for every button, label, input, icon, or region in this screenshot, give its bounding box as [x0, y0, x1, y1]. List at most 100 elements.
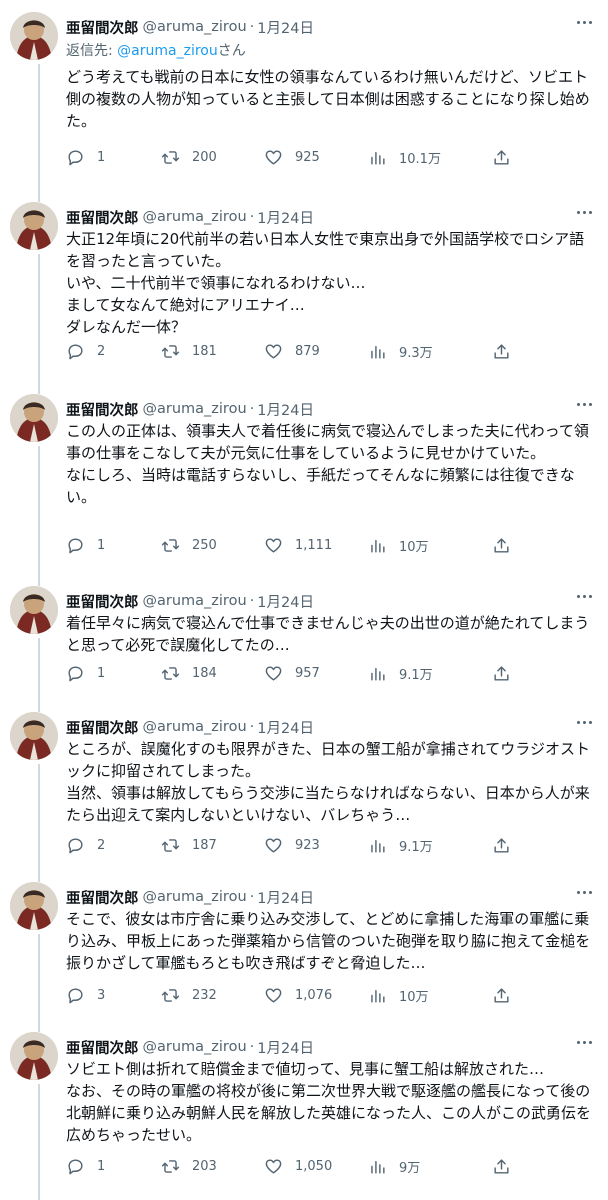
author-handle[interactable]: @aruma_zirou	[143, 19, 247, 35]
views-button[interactable]: 10万	[368, 984, 429, 1006]
heart-icon	[265, 537, 282, 553]
author-name[interactable]: 亜留間次郎	[66, 887, 139, 908]
tweet[interactable]: 亜留間次郎 @aruma_zirou · 1月24日 ソビエト側は折れて賠償金ま…	[0, 1020, 608, 1200]
retweet-button[interactable]: 187	[161, 834, 217, 856]
retweet-button[interactable]: 181	[161, 340, 217, 362]
tweet-text: この人の正体は、領事夫人で着任後に病気で寝込んでしまった夫に代わって領事の仕事を…	[66, 422, 589, 506]
views-button[interactable]: 9.1万	[368, 834, 433, 856]
like-button[interactable]: 1,050	[264, 1155, 332, 1177]
retweet-icon	[161, 344, 180, 358]
reply-button[interactable]: 3	[66, 984, 105, 1006]
more-options-icon[interactable]	[572, 200, 596, 224]
like-button[interactable]: 923	[264, 834, 320, 856]
retweet-icon	[161, 988, 180, 1002]
retweet-button[interactable]: 203	[161, 1155, 217, 1177]
views-button[interactable]: 10.1万	[368, 146, 441, 168]
author-name[interactable]: 亜留間次郎	[66, 591, 139, 612]
tweet-date[interactable]: 1月24日	[257, 207, 314, 228]
avatar[interactable]	[10, 712, 58, 760]
views-button[interactable]: 10万	[368, 534, 429, 556]
author-name[interactable]: 亜留間次郎	[66, 399, 139, 420]
share-button[interactable]	[492, 984, 511, 1006]
thread-line	[38, 64, 40, 190]
avatar[interactable]	[10, 882, 58, 930]
view-count: 10.1万	[399, 151, 441, 167]
like-count: 1,050	[295, 1158, 333, 1174]
avatar[interactable]	[10, 202, 58, 250]
reply-to-link[interactable]: @aruma_zirou	[117, 43, 218, 59]
tweet-date[interactable]: 1月24日	[257, 887, 314, 908]
share-button[interactable]	[492, 534, 511, 556]
analytics-icon	[371, 1160, 385, 1174]
share-button[interactable]	[492, 834, 511, 856]
like-count: 957	[295, 665, 320, 681]
avatar[interactable]	[10, 12, 58, 60]
like-button[interactable]: 925	[264, 146, 320, 168]
author-handle[interactable]: @aruma_zirou	[143, 1039, 247, 1055]
tweet-header: 亜留間次郎 @aruma_zirou · 1月24日	[66, 206, 598, 228]
thread-line	[38, 1020, 40, 1032]
like-count: 925	[295, 149, 320, 165]
tweet-actions: 1 200 925 10.1万	[66, 146, 594, 168]
reply-button[interactable]: 2	[66, 340, 105, 362]
tweet-date[interactable]: 1月24日	[257, 17, 314, 38]
views-button[interactable]: 9.1万	[368, 662, 433, 684]
view-count: 10万	[399, 989, 429, 1005]
tweet[interactable]: 亜留間次郎 @aruma_zirou · 1月24日 この人の正体は、領事夫人で…	[0, 382, 608, 574]
author-handle[interactable]: @aruma_zirou	[143, 209, 247, 225]
author-handle[interactable]: @aruma_zirou	[143, 593, 247, 609]
thread-line	[38, 446, 40, 574]
tweet[interactable]: 亜留間次郎 @aruma_zirou · 1月24日 ところが、誤魔化すのも限界…	[0, 700, 608, 870]
more-options-icon[interactable]	[572, 10, 596, 34]
more-options-icon[interactable]	[572, 584, 596, 608]
analytics-icon	[371, 989, 385, 1003]
share-button[interactable]	[492, 146, 511, 168]
avatar[interactable]	[10, 394, 58, 442]
retweet-button[interactable]: 200	[161, 146, 217, 168]
author-name[interactable]: 亜留間次郎	[66, 17, 139, 38]
retweet-button[interactable]: 184	[161, 662, 217, 684]
reply-button[interactable]: 1	[66, 146, 105, 168]
reply-button[interactable]: 1	[66, 662, 105, 684]
tweet-date[interactable]: 1月24日	[257, 591, 314, 612]
reply-button[interactable]: 1	[66, 1155, 105, 1177]
reply-count: 2	[97, 837, 106, 853]
tweet-date[interactable]: 1月24日	[257, 399, 314, 420]
tweet[interactable]: 亜留間次郎 @aruma_zirou · 1月24日 返信先: @aruma_z…	[0, 0, 608, 190]
reply-button[interactable]: 1	[66, 534, 105, 556]
retweet-button[interactable]: 232	[161, 984, 217, 1006]
author-name[interactable]: 亜留間次郎	[66, 207, 139, 228]
more-options-icon[interactable]	[572, 392, 596, 416]
author-handle[interactable]: @aruma_zirou	[143, 719, 247, 735]
like-button[interactable]: 1,111	[264, 534, 332, 556]
views-button[interactable]: 9.3万	[368, 340, 433, 362]
retweet-button[interactable]: 250	[161, 534, 217, 556]
share-button[interactable]	[492, 340, 511, 362]
more-options-icon[interactable]	[572, 710, 596, 734]
share-button[interactable]	[492, 1155, 511, 1177]
views-button[interactable]: 9万	[368, 1155, 420, 1177]
analytics-icon	[371, 151, 385, 165]
tweet[interactable]: 亜留間次郎 @aruma_zirou · 1月24日 大正12年頃に20代前半の…	[0, 190, 608, 382]
reply-button[interactable]: 2	[66, 834, 105, 856]
thread-line	[38, 870, 40, 882]
share-button[interactable]	[492, 662, 511, 684]
author-name[interactable]: 亜留間次郎	[66, 717, 139, 738]
tweet-date[interactable]: 1月24日	[257, 1037, 314, 1058]
like-button[interactable]: 957	[264, 662, 320, 684]
avatar[interactable]	[10, 586, 58, 634]
author-name[interactable]: 亜留間次郎	[66, 1037, 139, 1058]
share-icon	[494, 665, 509, 681]
like-button[interactable]: 1,076	[264, 984, 332, 1006]
author-handle[interactable]: @aruma_zirou	[143, 889, 247, 905]
more-options-icon[interactable]	[572, 1030, 596, 1054]
author-handle[interactable]: @aruma_zirou	[143, 401, 247, 417]
avatar[interactable]	[10, 1032, 58, 1080]
tweet-date[interactable]: 1月24日	[257, 717, 314, 738]
tweet[interactable]: 亜留間次郎 @aruma_zirou · 1月24日 そこで、彼女は市庁舎に乗り…	[0, 870, 608, 1020]
reply-context: 返信先: @aruma_zirouさん	[66, 40, 246, 60]
tweet[interactable]: 亜留間次郎 @aruma_zirou · 1月24日 着任早々に病気で寝込んで仕…	[0, 574, 608, 700]
more-options-icon[interactable]	[572, 880, 596, 904]
reply-icon	[68, 1158, 83, 1174]
like-button[interactable]: 879	[264, 340, 320, 362]
